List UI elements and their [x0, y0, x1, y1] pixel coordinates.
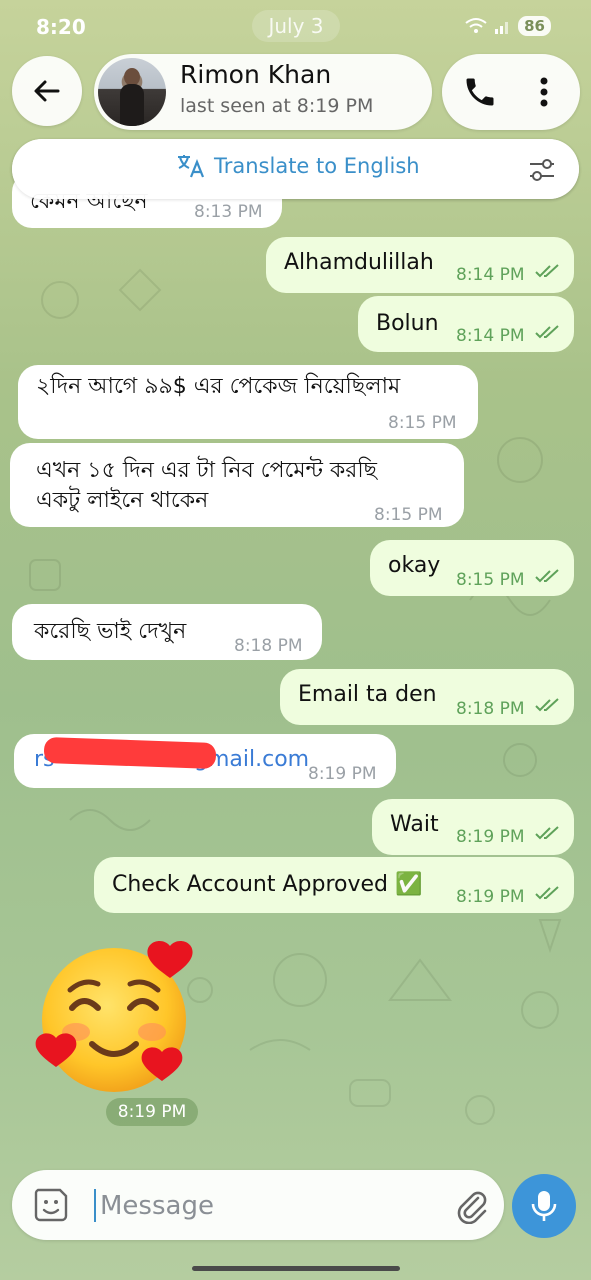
header-actions — [442, 54, 580, 130]
message-text-line2: একটু লাইনে থাকেন — [36, 488, 209, 513]
message-time: 8:19 PM — [308, 764, 377, 784]
contact-last-seen: last seen at 8:19 PM — [180, 95, 374, 117]
contact-name: Rimon Khan — [180, 60, 332, 89]
voice-record-button[interactable] — [512, 1174, 576, 1238]
message-text: Wait — [390, 812, 439, 837]
message-input[interactable] — [98, 1184, 442, 1228]
message-time: 8:18 PM — [456, 699, 525, 719]
avatar[interactable] — [98, 58, 166, 126]
status-bar: 8:20 July 3 86 — [0, 0, 591, 52]
message-bubble-incoming[interactable]: ২দিন আগে ৯৯$ এর পেকেজ নিয়েছিলাম 8:15 PM — [18, 365, 478, 439]
date-pill: July 3 — [252, 10, 340, 42]
message-time: 8:14 PM — [456, 326, 525, 346]
arrow-left-icon — [34, 80, 60, 102]
message-bubble-outgoing[interactable]: Check Account Approved ✅ 8:19 PM — [94, 857, 574, 913]
status-icons: 86 — [464, 16, 551, 36]
message-bubble-outgoing[interactable]: Alhamdulillah 8:14 PM — [266, 237, 574, 293]
message-time: 8:19 PM — [456, 887, 525, 907]
message-bubble-outgoing[interactable]: okay 8:15 PM — [370, 540, 574, 596]
back-button[interactable] — [12, 56, 82, 126]
home-indicator — [192, 1266, 400, 1271]
message-composer — [12, 1170, 504, 1240]
message-time: 8:18 PM — [234, 636, 303, 656]
status-time: 8:20 — [36, 15, 86, 39]
message-text: Email ta den — [298, 682, 437, 707]
double-check-icon — [535, 325, 559, 339]
redaction-mark — [43, 737, 217, 769]
message-bubble-incoming[interactable]: এখন ১৫ দিন এর টা নিব পেমেন্ট করছি একটু ল… — [10, 443, 464, 527]
message-bubble-outgoing[interactable]: Wait 8:19 PM — [372, 799, 574, 855]
message-text: Bolun — [376, 311, 439, 336]
double-check-icon — [535, 886, 559, 900]
translate-label: Translate to English — [214, 154, 420, 178]
message-text: Alhamdulillah — [284, 250, 434, 275]
text-caret — [94, 1189, 96, 1222]
double-check-icon — [535, 264, 559, 278]
smiling-face-with-hearts-sticker[interactable] — [34, 940, 202, 1096]
message-bubble-outgoing[interactable]: Email ta den 8:18 PM — [280, 669, 574, 725]
message-bubble-incoming[interactable]: rs gmail.com 8:19 PM — [14, 734, 396, 788]
more-vertical-icon[interactable] — [526, 72, 562, 112]
sticker-icon[interactable] — [32, 1186, 70, 1224]
double-check-icon — [535, 698, 559, 712]
double-check-icon — [535, 569, 559, 583]
message-text: এখন ১৫ দিন এর টা নিব পেমেন্ট করছি — [36, 458, 378, 483]
message-time: 8:14 PM — [456, 265, 525, 285]
message-time: 8:13 PM — [194, 202, 263, 222]
message-bubble-outgoing[interactable]: Bolun 8:14 PM — [358, 296, 574, 352]
message-text: Check Account Approved ✅ — [112, 872, 423, 897]
battery-indicator: 86 — [518, 16, 551, 36]
message-time: 8:15 PM — [374, 505, 443, 525]
translate-button[interactable]: Translate to English — [176, 153, 420, 179]
message-text: okay — [388, 553, 441, 578]
translate-bar-overlay: Translate to English — [12, 139, 579, 199]
message-time: 8:19 PM — [456, 827, 525, 847]
message-text: ২দিন আগে ৯৯$ এর পেকেজ নিয়েছিলাম — [36, 374, 401, 399]
message-bubble-incoming[interactable]: করেছি ভাই দেখুন 8:18 PM — [12, 604, 322, 660]
paperclip-icon[interactable] — [452, 1186, 490, 1224]
sticker-time: 8:19 PM — [106, 1098, 198, 1126]
translate-icon — [178, 155, 205, 178]
contact-header[interactable]: Rimon Khan last seen at 8:19 PM — [94, 54, 432, 130]
sliders-icon[interactable] — [527, 155, 557, 185]
signal-icon — [495, 22, 509, 34]
double-check-icon — [535, 826, 559, 840]
message-text: করেছি ভাই দেখুন — [34, 619, 187, 644]
message-time: 8:15 PM — [456, 570, 525, 590]
message-time: 8:15 PM — [388, 413, 457, 433]
phone-icon[interactable] — [462, 74, 498, 110]
microphone-icon — [531, 1191, 557, 1221]
wifi-icon — [465, 18, 487, 33]
